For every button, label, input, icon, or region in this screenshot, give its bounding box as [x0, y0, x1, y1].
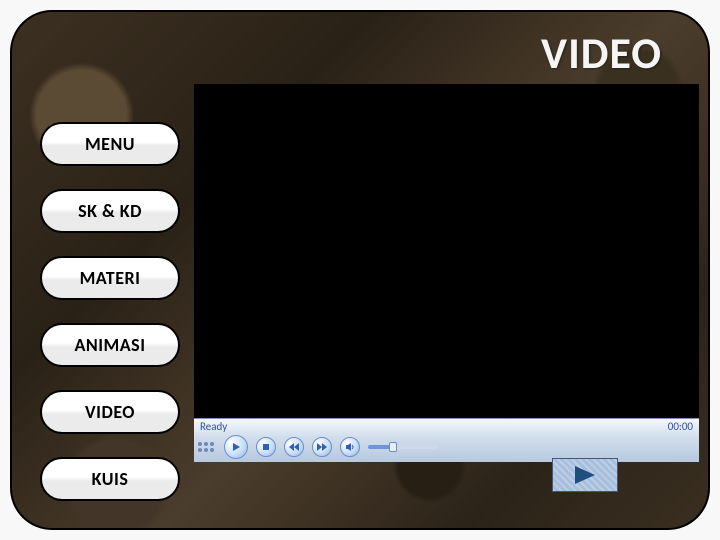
next-track-button[interactable] [312, 437, 332, 457]
player-time: 00:00 [668, 420, 693, 433]
nav-skkd[interactable]: SK & KD [40, 189, 180, 233]
player-options-dots [198, 442, 214, 452]
prev-button[interactable] [284, 437, 304, 457]
nav-sidebar: MENU SK & KD MATERI ANIMASI VIDEO KUIS [40, 122, 180, 501]
volume-thumb[interactable] [389, 442, 397, 452]
stop-icon [262, 443, 270, 451]
nav-label: VIDEO [85, 401, 135, 423]
player-status-row: Ready 00:00 [194, 419, 699, 433]
nav-label: MENU [85, 133, 135, 155]
player-status-text: Ready [200, 420, 227, 433]
slide-frame: VIDEO MENU SK & KD MATERI ANIMASI VIDEO … [10, 10, 710, 530]
play-icon [231, 442, 241, 452]
nav-label: SK & KD [78, 200, 142, 222]
skip-back-icon [289, 443, 299, 451]
nav-kuis[interactable]: KUIS [40, 457, 180, 501]
nav-animasi[interactable]: ANIMASI [40, 323, 180, 367]
play-button[interactable] [224, 435, 248, 459]
nav-materi[interactable]: MATERI [40, 256, 180, 300]
video-player: Ready 00:00 [194, 84, 699, 462]
volume-slider[interactable] [368, 445, 438, 449]
nav-video[interactable]: VIDEO [40, 390, 180, 434]
nav-label: KUIS [92, 468, 129, 490]
player-controls [194, 433, 699, 463]
skip-forward-icon [317, 443, 327, 451]
nav-label: ANIMASI [74, 334, 145, 356]
next-slide-button[interactable] [552, 458, 618, 492]
nav-menu[interactable]: MENU [40, 122, 180, 166]
player-bar: Ready 00:00 [194, 418, 699, 462]
speaker-icon [345, 442, 355, 452]
play-arrow-icon [572, 464, 598, 486]
page-title: VIDEO [541, 26, 662, 80]
mute-button[interactable] [340, 437, 360, 457]
stop-button[interactable] [256, 437, 276, 457]
nav-label: MATERI [80, 267, 141, 289]
